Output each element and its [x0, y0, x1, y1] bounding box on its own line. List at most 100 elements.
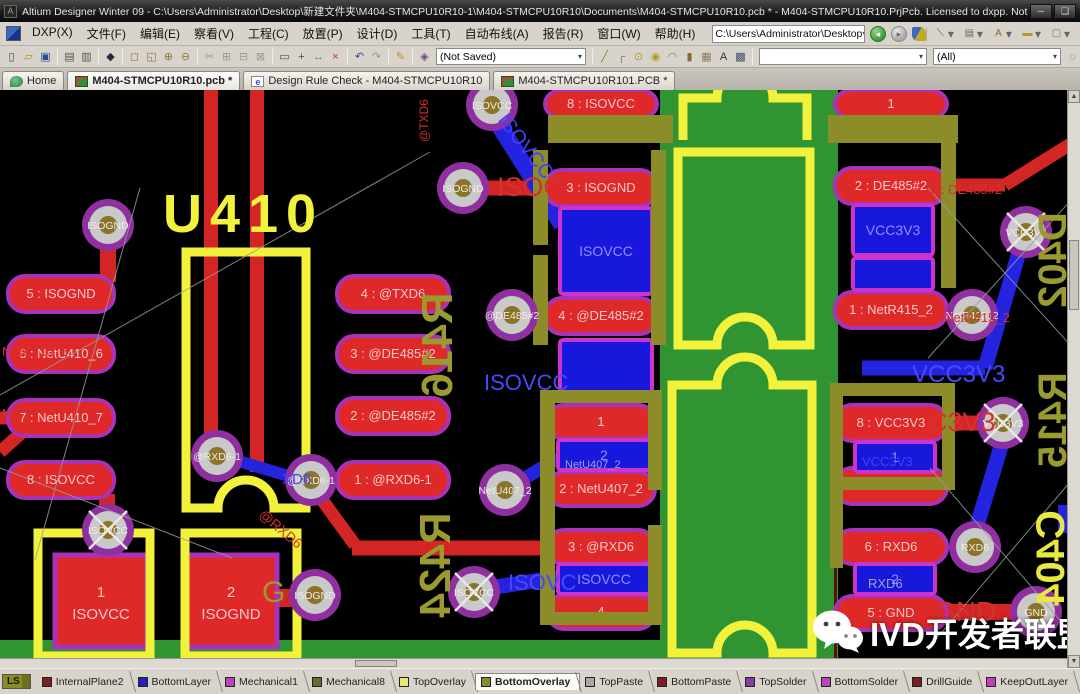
bottom-silkscreen[interactable] — [651, 150, 666, 345]
layer-tab-keepoutlayer[interactable]: KeepOutLayer — [981, 673, 1077, 690]
zoom-document-icon[interactable]: ◱ — [143, 48, 160, 65]
favorites-path-combo[interactable]: C:\Users\Administrator\Desktop ▾ — [712, 25, 865, 43]
place-fill-icon[interactable]: ▮ — [681, 48, 698, 65]
layer-tab-toppaste[interactable]: TopPaste — [580, 673, 652, 690]
layer-tab-bottomlayer[interactable]: BottomLayer — [133, 673, 221, 690]
cut-icon[interactable]: ✂ — [201, 48, 218, 65]
pad-bottom[interactable] — [560, 340, 652, 398]
favorites-icon[interactable] — [912, 27, 926, 41]
place-pad-icon[interactable]: ◉ — [647, 48, 664, 65]
layer-tab-mechanical1[interactable]: Mechanical1 — [220, 673, 307, 690]
view-3d-icon[interactable]: ◆ — [102, 48, 119, 65]
scroll-up-icon[interactable]: ▲ — [1068, 90, 1080, 103]
paste-special-icon[interactable]: ⊠ — [252, 48, 269, 65]
minimize-button[interactable]: ─ — [1030, 4, 1052, 19]
menu-item-7[interactable]: 工具(T) — [404, 23, 457, 44]
annotate-tools-dropdown[interactable]: A▾ — [991, 27, 1012, 41]
undo-icon[interactable]: ↶ — [351, 48, 368, 65]
bottom-silkscreen[interactable] — [533, 255, 548, 345]
move-icon[interactable]: + — [293, 48, 310, 65]
mirrored-silkscreen-text[interactable]: R424 — [411, 512, 460, 618]
paste-icon[interactable]: ⊟ — [235, 48, 252, 65]
bottom-silkscreen[interactable] — [830, 477, 955, 490]
copy-icon[interactable]: ⊞ — [218, 48, 235, 65]
place-track-icon[interactable]: ┌ — [613, 48, 630, 65]
maximize-button[interactable]: ❑ — [1054, 4, 1076, 19]
document-tab-2[interactable]: eDesign Rule Check - M404-STMCPU10R10 — [243, 71, 490, 90]
menu-item-0[interactable]: DXP(X) — [25, 23, 80, 44]
nav-back-button[interactable]: ◂ — [870, 26, 886, 42]
place-arc-icon[interactable]: ◠ — [664, 48, 681, 65]
menu-item-9[interactable]: 报告(R) — [536, 23, 591, 44]
layer-tab-bottompaste[interactable]: BottomPaste — [652, 673, 740, 690]
menu-item-8[interactable]: 自动布线(A) — [458, 23, 536, 44]
bottom-silkscreen[interactable] — [540, 612, 658, 625]
menu-item-5[interactable]: 放置(P) — [296, 23, 350, 44]
place-line-icon[interactable]: ╱ — [596, 48, 613, 65]
output-tools-dropdown[interactable]: ▤▾ — [962, 27, 983, 41]
layer-tab-topsolder[interactable]: TopSolder — [740, 673, 815, 690]
bottom-silkscreen[interactable] — [830, 383, 843, 568]
mirrored-silkscreen-text[interactable]: R415 — [1031, 372, 1067, 468]
layer-tab-topoverlay[interactable]: TopOverlay — [394, 673, 475, 690]
offset-icon[interactable]: ↔ — [310, 48, 327, 65]
nav-forward-button[interactable]: ▸ — [891, 26, 907, 42]
scroll-down-icon[interactable]: ▼ — [1068, 655, 1080, 668]
layer-tab-mechanical8[interactable]: Mechanical8 — [307, 673, 394, 690]
bottom-silkscreen[interactable] — [828, 115, 958, 143]
document-tab-3[interactable]: M404-STMCPU10R101.PCB * — [493, 71, 675, 90]
window-tools-dropdown[interactable]: ▢▾ — [1049, 27, 1070, 41]
bottom-silkscreen[interactable] — [648, 525, 662, 625]
schematic-tools-dropdown[interactable]: ⟍▾ — [933, 27, 954, 41]
zoom-window-icon[interactable]: ◻ — [126, 48, 143, 65]
layer-tab-drillguide[interactable]: DrillGuide — [907, 673, 981, 690]
horizontal-scroll-thumb[interactable] — [355, 660, 397, 667]
zoom-in-icon[interactable]: ⊕ — [160, 48, 177, 65]
place-via-icon[interactable]: ⊙ — [630, 48, 647, 65]
layer-sets-button[interactable]: LS — [2, 674, 31, 689]
bottom-silkscreen[interactable] — [548, 115, 673, 143]
horizontal-scrollbar[interactable] — [0, 658, 1067, 668]
clear-filter-icon[interactable]: × — [327, 48, 344, 65]
cross-select-icon[interactable]: ◈ — [416, 48, 433, 65]
mirrored-silkscreen-text[interactable]: D402 — [1031, 212, 1067, 308]
document-tab-0[interactable]: Home — [2, 71, 64, 90]
menu-item-4[interactable]: 工程(C) — [241, 23, 296, 44]
place-room-icon[interactable]: ▦ — [698, 48, 715, 65]
zoom-out-icon[interactable]: ⊖ — [177, 48, 194, 65]
pad-bottom[interactable] — [853, 258, 933, 290]
bottom-silkscreen[interactable] — [648, 390, 662, 490]
dxp-logo-icon[interactable] — [6, 26, 21, 41]
menu-item-2[interactable]: 编辑(E) — [133, 23, 187, 44]
variant-combo[interactable]: (Not Saved)▾ — [436, 48, 586, 65]
pad[interactable] — [55, 555, 147, 647]
component-designator[interactable]: U410 — [163, 184, 324, 244]
mirrored-silkscreen-text[interactable]: C404 — [1029, 510, 1067, 606]
place-string-icon[interactable]: A — [715, 48, 732, 65]
select-area-icon[interactable]: ▭ — [276, 48, 293, 65]
place-component-icon[interactable]: ▩ — [732, 48, 749, 65]
print-preview-icon[interactable]: ▥ — [78, 48, 95, 65]
filter-combo-1[interactable]: ▾ — [759, 48, 927, 65]
mask-scope-combo[interactable]: (All)▾ — [933, 48, 1061, 65]
layer-tab-bottomoverlay[interactable]: BottomOverlay — [475, 673, 580, 690]
align-tools-dropdown[interactable]: ▬▾ — [1020, 27, 1041, 41]
print-icon[interactable]: ▤ — [61, 48, 78, 65]
layer-tab-internalplane2[interactable]: InternalPlane2 — [37, 673, 133, 690]
menu-item-11[interactable]: 帮助(H) — [648, 23, 703, 44]
layer-tab-bottomsolder[interactable]: BottomSolder — [816, 673, 908, 690]
open-folder-icon[interactable]: ▱ — [20, 48, 37, 65]
bottom-silkscreen[interactable] — [941, 140, 956, 288]
pcb-drawing[interactable]: 5 : ISOGND6 : NetU410_67 : NetU410_78 : … — [0, 90, 1067, 658]
vertical-scrollbar[interactable]: ▲ ▼ — [1067, 90, 1080, 668]
document-tab-1[interactable]: M404-STMCPU10R10.pcb * — [67, 71, 240, 90]
save-icon[interactable]: ▣ — [37, 48, 54, 65]
menu-item-3[interactable]: 察看(V) — [187, 23, 241, 44]
menu-item-6[interactable]: 设计(D) — [350, 23, 405, 44]
redo-icon[interactable]: ↷ — [368, 48, 385, 65]
menu-item-1[interactable]: 文件(F) — [80, 23, 133, 44]
search-icon[interactable]: ◌ — [1064, 48, 1080, 65]
title-bar[interactable]: A Altium Designer Winter 09 - C:\Users\A… — [0, 0, 1080, 22]
vertical-scroll-thumb[interactable] — [1069, 240, 1079, 310]
new-file-icon[interactable]: ▯ — [3, 48, 20, 65]
